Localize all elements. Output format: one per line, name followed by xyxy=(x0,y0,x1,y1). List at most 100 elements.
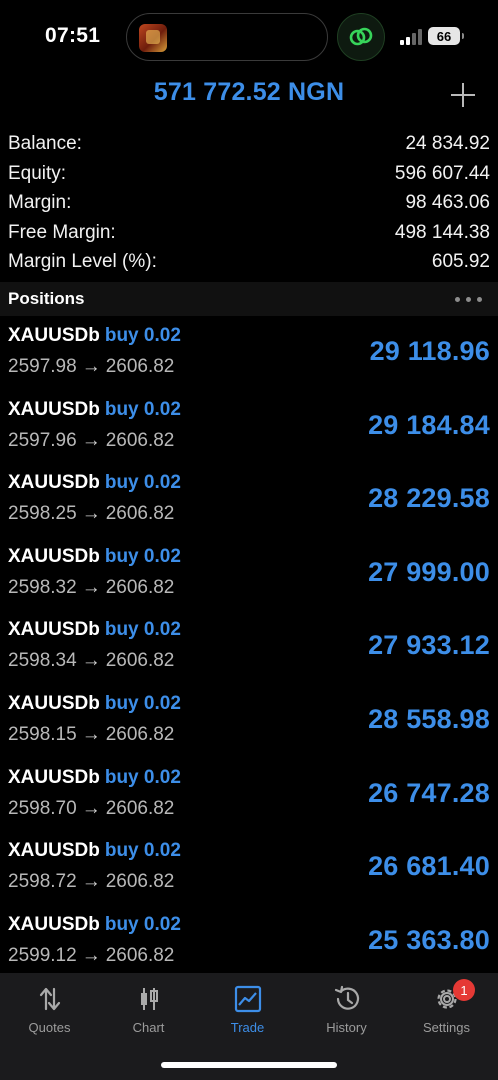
summary-label: Balance: xyxy=(8,133,82,154)
app-thumbnail-icon xyxy=(139,24,167,52)
position-symbol: XAUUSDb xyxy=(8,840,100,862)
arrow-right-icon: → xyxy=(81,650,101,672)
tab-label: History xyxy=(326,1020,367,1035)
position-row[interactable]: XAUUSDb buy 0.02 2597.96 → 2606.82 29 184.8… xyxy=(0,394,498,468)
dynamic-island[interactable] xyxy=(126,13,328,61)
current-price: 2606.82 xyxy=(105,871,175,893)
position-row[interactable]: XAUUSDb buy 0.02 2597.98 → 2606.82 29 118.9… xyxy=(0,320,498,394)
tab-chart[interactable]: Chart xyxy=(99,983,198,1043)
position-type: buy 0.02 xyxy=(104,692,181,714)
positions-section-header: Positions xyxy=(0,282,498,316)
position-row[interactable]: XAUUSDb buy 0.02 2598.70 → 2606.82 26 747.2… xyxy=(0,762,498,836)
status-bar: 07:51 66 xyxy=(0,0,498,76)
positions-list: XAUUSDb buy 0.02 2597.98 → 2606.82 29 118.9… xyxy=(0,320,498,982)
position-profit: 26 681.40 xyxy=(368,851,490,882)
position-profit: 26 747.28 xyxy=(368,777,490,808)
tab-label: Chart xyxy=(132,1020,165,1035)
tab-label: Quotes xyxy=(28,1020,71,1035)
position-symbol: XAUUSDb xyxy=(8,766,100,788)
tab-label: Settings xyxy=(423,1020,470,1035)
current-price: 2606.82 xyxy=(105,723,175,745)
plus-icon[interactable] xyxy=(450,82,476,108)
position-row[interactable]: XAUUSDb buy 0.02 2599.12 → 2606.82 25 363.8… xyxy=(0,909,498,983)
chain-link-icon xyxy=(349,27,373,46)
position-profit: 27 999.00 xyxy=(368,556,490,587)
position-type: buy 0.02 xyxy=(104,325,181,346)
current-price: 2606.82 xyxy=(105,429,175,451)
position-row[interactable]: XAUUSDb buy 0.02 2598.25 → 2606.82 28 229.5… xyxy=(0,467,498,541)
position-type: buy 0.02 xyxy=(104,545,181,567)
position-symbol: XAUUSDb xyxy=(8,545,100,567)
position-profit: 28 229.58 xyxy=(368,483,490,514)
position-symbol: XAUUSDb xyxy=(8,619,100,641)
open-price: 2599.12 xyxy=(8,944,77,966)
current-price: 2606.82 xyxy=(105,797,175,819)
position-type: buy 0.02 xyxy=(104,766,181,788)
open-price: 2597.98 xyxy=(8,356,77,377)
arrow-right-icon: → xyxy=(81,871,101,893)
position-symbol: XAUUSDb xyxy=(8,692,100,714)
summary-row-free-margin: Free Margin: 498 144.38 xyxy=(0,219,498,249)
summary-row-margin: Margin: 98 463.06 xyxy=(0,189,498,219)
position-type: buy 0.02 xyxy=(104,619,181,641)
position-type: buy 0.02 xyxy=(104,472,181,494)
chart-icon xyxy=(141,988,158,1010)
more-options-icon[interactable] xyxy=(455,297,483,303)
arrow-right-icon: → xyxy=(81,356,101,377)
position-row[interactable]: XAUUSDb buy 0.02 2598.72 → 2606.82 26 681.4… xyxy=(0,835,498,909)
tab-label: Trade xyxy=(230,1020,265,1035)
position-type: buy 0.02 xyxy=(104,840,181,862)
position-row[interactable]: XAUUSDb buy 0.02 2598.32 → 2606.82 27 999.0… xyxy=(0,541,498,615)
position-row[interactable]: XAUUSDb buy 0.02 2598.15 → 2606.82 28 558.9… xyxy=(0,688,498,762)
summary-value: 605.92 xyxy=(431,251,490,273)
link-icon[interactable] xyxy=(337,13,385,61)
open-price: 2598.15 xyxy=(8,723,77,745)
summary-row-balance: Balance: 24 834.92 xyxy=(0,130,498,160)
position-profit: 29 118.96 xyxy=(369,336,490,366)
arrow-right-icon: → xyxy=(81,723,101,745)
cellular-signal-icon xyxy=(400,29,422,45)
position-profit: 29 184.84 xyxy=(368,409,490,440)
notification-badge: 1 xyxy=(453,979,475,1001)
summary-label: Equity: xyxy=(8,162,67,184)
history-icon xyxy=(334,985,360,1010)
summary-value: 24 834.92 xyxy=(405,133,490,154)
tab-trade[interactable]: Trade xyxy=(198,983,297,1043)
position-symbol: XAUUSDb xyxy=(8,472,100,494)
arrow-right-icon: → xyxy=(81,944,101,966)
position-row[interactable]: XAUUSDb buy 0.02 2598.34 → 2606.82 27 933.1… xyxy=(0,614,498,688)
position-symbol: XAUUSDb xyxy=(8,398,100,420)
arrow-right-icon: → xyxy=(81,797,101,819)
position-symbol: XAUUSDb xyxy=(8,325,100,346)
open-price: 2598.34 xyxy=(8,650,77,672)
position-profit: 28 558.98 xyxy=(368,703,490,734)
trade-icon xyxy=(234,985,262,1013)
tab-history[interactable]: History xyxy=(297,983,396,1043)
summary-value: 498 144.38 xyxy=(394,221,490,243)
arrow-right-icon: → xyxy=(81,576,101,598)
position-type: buy 0.02 xyxy=(104,398,181,420)
current-price: 2606.82 xyxy=(105,944,175,966)
position-profit: 25 363.80 xyxy=(368,924,490,955)
open-price: 2598.25 xyxy=(8,503,77,525)
mt-trade-screen: 07:51 66 571 772.52 NGN Balance: 24 834.… xyxy=(0,0,498,1080)
arrow-right-icon: → xyxy=(81,503,101,525)
positions-title: Positions xyxy=(8,289,85,308)
total-balance-title[interactable]: 571 772.52 NGN xyxy=(0,78,498,107)
current-price: 2606.82 xyxy=(105,576,175,598)
open-price: 2597.96 xyxy=(8,429,77,451)
battery-icon: 66 xyxy=(428,27,464,45)
tab-settings[interactable]: 1 Settings xyxy=(397,979,496,1043)
tab-quotes[interactable]: Quotes xyxy=(0,983,99,1043)
home-indicator[interactable] xyxy=(161,1062,337,1068)
summary-label: Margin: xyxy=(8,192,72,214)
open-price: 2598.70 xyxy=(8,797,77,819)
summary-label: Margin Level (%): xyxy=(8,251,157,273)
open-price: 2598.72 xyxy=(8,871,77,893)
position-type: buy 0.02 xyxy=(104,913,181,935)
open-price: 2598.32 xyxy=(8,576,77,598)
battery-level: 66 xyxy=(436,28,452,44)
current-price: 2606.82 xyxy=(105,356,175,377)
summary-label: Free Margin: xyxy=(8,221,116,243)
position-symbol: XAUUSDb xyxy=(8,913,100,935)
